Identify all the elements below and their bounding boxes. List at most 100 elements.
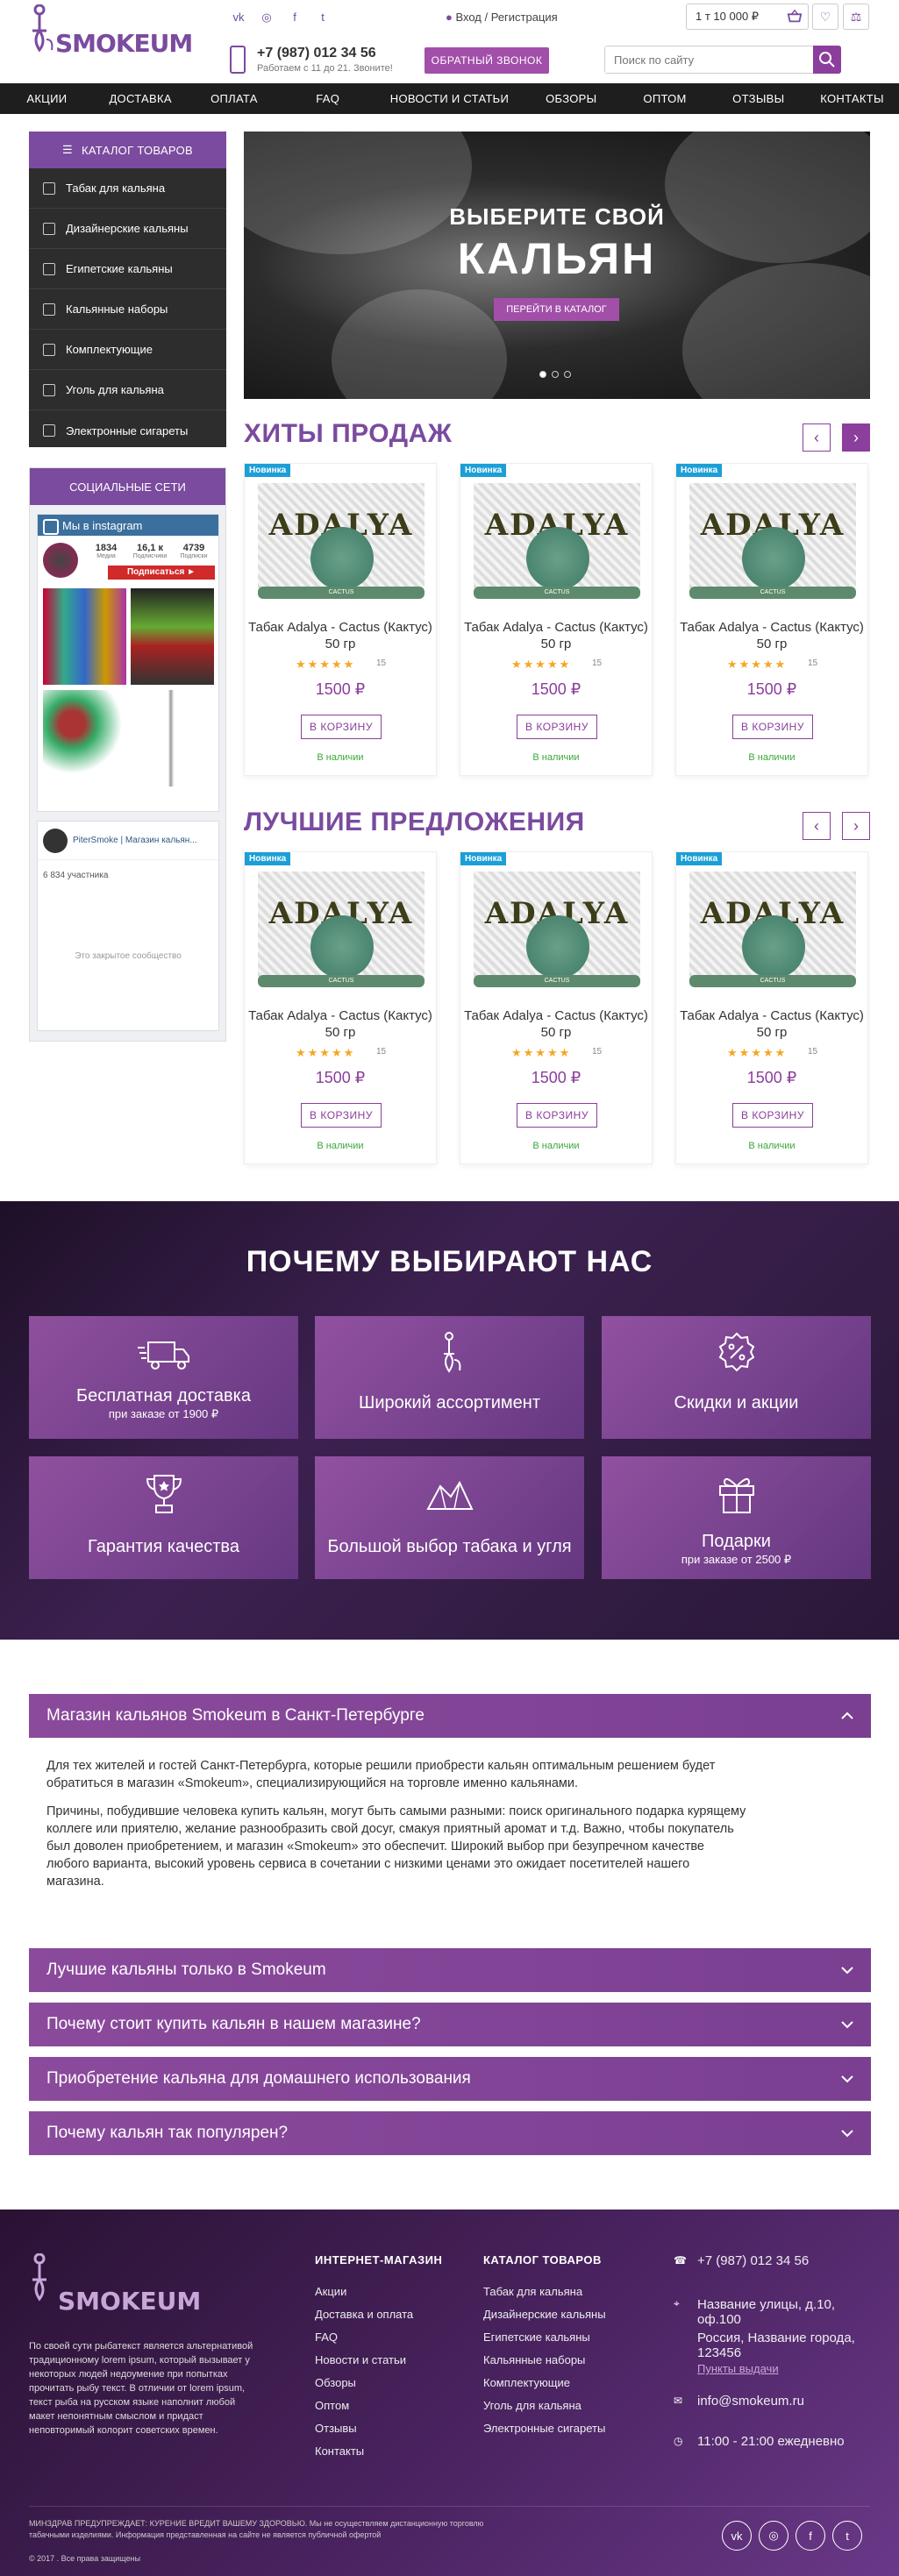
footer-link[interactable]: Отзывы xyxy=(315,2422,357,2435)
banner-catalog-button[interactable]: ПЕРЕЙТИ В КАТАЛОГ xyxy=(494,298,619,321)
instagram-photo[interactable] xyxy=(43,588,126,685)
add-to-cart-button[interactable]: В КОРЗИНУ xyxy=(517,715,597,739)
callback-button[interactable]: ОБРАТНЫЙ ЗВОНОК xyxy=(425,47,549,74)
product-image[interactable]: ADALYA CACTUS xyxy=(474,872,640,987)
logo[interactable]: SMOKEUM xyxy=(29,4,193,66)
vk-icon[interactable]: vk xyxy=(232,11,245,25)
hits-next-button[interactable]: › xyxy=(842,423,870,452)
accordion-header[interactable]: Почему стоит купить кальян в нашем магаз… xyxy=(29,2003,871,2046)
instagram-icon[interactable]: ◎ xyxy=(759,2521,788,2551)
product-name[interactable]: Табак Adalya - Cactus (Кактус) 50 гр xyxy=(245,619,436,652)
instagram-photo[interactable] xyxy=(131,588,214,685)
cart-button[interactable]: 1 т 10 000 ₽ xyxy=(686,4,809,30)
accordion-header-open[interactable]: Магазин кальянов Smokeum в Санкт-Петербу… xyxy=(29,1694,871,1738)
add-to-cart-button[interactable]: В КОРЗИНУ xyxy=(301,1103,382,1128)
product-card[interactable]: Новинка ADALYA CACTUS Табак Adalya - Cactus… xyxy=(460,463,653,776)
accordion-header[interactable]: Лучшие кальяны только в Smokeum xyxy=(29,1948,871,1992)
nav-item-payment[interactable]: ОПЛАТА xyxy=(188,83,282,114)
footer-link[interactable]: Электронные сигареты xyxy=(483,2422,605,2435)
vk-group[interactable]: PiterSmoke | Магазин кальян... xyxy=(38,822,218,860)
catalog-item[interactable]: Уголь для кальяна xyxy=(29,370,226,410)
footer-link[interactable]: Египетские кальяны xyxy=(483,2330,590,2344)
product-card[interactable]: Новинка ADALYA CACTUS Табак Adalya - Cactus… xyxy=(675,463,868,776)
login-link[interactable]: ● Вход / Регистрация xyxy=(446,11,558,24)
nav-item-news[interactable]: НОВОСТИ И СТАТЬИ xyxy=(375,83,524,114)
instagram-icon[interactable]: ◎ xyxy=(260,11,273,25)
product-name[interactable]: Табак Adalya - Cactus (Кактус) 50 гр xyxy=(460,1007,652,1041)
best-prev-button[interactable]: ‹ xyxy=(803,812,831,840)
footer-link[interactable]: Комплектующие xyxy=(483,2376,570,2389)
product-image[interactable]: ADALYA CACTUS xyxy=(474,483,640,599)
catalog-item[interactable]: Кальянные наборы xyxy=(29,289,226,330)
instagram-title[interactable]: Мы в instagram xyxy=(38,515,218,536)
pickup-link[interactable]: Пункты выдачи xyxy=(697,2362,779,2375)
twitter-icon[interactable]: t xyxy=(317,11,329,25)
product-image[interactable]: ADALYA CACTUS xyxy=(258,483,425,599)
footer-email[interactable]: info@smokeum.ru xyxy=(697,2394,804,2409)
footer-link[interactable]: Оптом xyxy=(315,2399,349,2412)
truck-icon xyxy=(138,1341,189,1370)
footer-link[interactable]: Доставка и оплата xyxy=(315,2308,413,2321)
instagram-photo[interactable] xyxy=(43,690,126,786)
footer-link[interactable]: Обзоры xyxy=(315,2376,356,2389)
rating-stars: ★★★★★ xyxy=(296,1046,356,1059)
product-card[interactable]: Новинка ADALYA CACTUS Табак Adalya - Cactus… xyxy=(675,851,868,1164)
product-name[interactable]: Табак Adalya - Cactus (Кактус) 50 гр xyxy=(676,1007,867,1041)
product-card[interactable]: Новинка ADALYA CACTUS Табак Adalya - Cactus… xyxy=(460,851,653,1164)
nav-item-feedback[interactable]: ОТЗЫВЫ xyxy=(711,83,805,114)
slider-dot[interactable] xyxy=(539,371,546,378)
product-card[interactable]: Новинка ADALYA CACTUS Табак Adalya - Cactus… xyxy=(244,851,437,1164)
facebook-icon[interactable]: f xyxy=(289,11,301,25)
add-to-cart-button[interactable]: В КОРЗИНУ xyxy=(732,715,813,739)
product-name[interactable]: Табак Adalya - Cactus (Кактус) 50 гр xyxy=(245,1007,436,1041)
product-image[interactable]: ADALYA CACTUS xyxy=(689,483,856,599)
follow-button[interactable]: Подписаться ► xyxy=(108,566,215,580)
catalog-header[interactable]: ☰ КАТАЛОГ ТОВАРОВ xyxy=(29,132,226,168)
add-to-cart-button[interactable]: В КОРЗИНУ xyxy=(517,1103,597,1128)
header-phone[interactable]: +7 (987) 012 34 56 xyxy=(257,46,376,61)
instagram-photo[interactable] xyxy=(131,690,214,786)
catalog-item[interactable]: Электронные сигареты xyxy=(29,410,226,451)
search-button[interactable] xyxy=(813,46,841,74)
nav-item-promo[interactable]: АКЦИИ xyxy=(0,83,94,114)
footer-link[interactable]: Кальянные наборы xyxy=(483,2353,585,2366)
footer-logo-text[interactable]: SMOKEUM xyxy=(58,2287,201,2316)
footer-link[interactable]: Контакты xyxy=(315,2444,364,2458)
accordion-header[interactable]: Почему кальян так популярен? xyxy=(29,2111,871,2155)
add-to-cart-button[interactable]: В КОРЗИНУ xyxy=(301,715,382,739)
facebook-icon[interactable]: f xyxy=(796,2521,825,2551)
best-next-button[interactable]: › xyxy=(842,812,870,840)
catalog-item[interactable]: Комплектующие xyxy=(29,330,226,370)
catalog-item[interactable]: Дизайнерские кальяны xyxy=(29,209,226,249)
slider-dot[interactable] xyxy=(552,371,559,378)
footer-link[interactable]: Новости и статьи xyxy=(315,2353,406,2366)
avatar[interactable] xyxy=(43,543,78,578)
product-name[interactable]: Табак Adalya - Cactus (Кактус) 50 гр xyxy=(460,619,652,652)
footer-link[interactable]: FAQ xyxy=(315,2330,338,2344)
catalog-item[interactable]: Табак для кальяна xyxy=(29,168,226,209)
compare-button[interactable]: ⚖ xyxy=(843,4,869,30)
footer-link[interactable]: Табак для кальяна xyxy=(483,2285,582,2298)
product-image[interactable]: ADALYA CACTUS xyxy=(689,872,856,987)
nav-item-wholesale[interactable]: ОПТОМ xyxy=(618,83,712,114)
accordion-header[interactable]: Приобретение кальяна для домашнего испол… xyxy=(29,2057,871,2101)
product-card[interactable]: Новинка ADALYA CACTUS Табак Adalya - Cactus… xyxy=(244,463,437,776)
footer-link[interactable]: Дизайнерские кальяны xyxy=(483,2308,606,2321)
catalog-item[interactable]: Египетские кальяны xyxy=(29,249,226,289)
product-name[interactable]: Табак Adalya - Cactus (Кактус) 50 гр xyxy=(676,619,867,652)
add-to-cart-button[interactable]: В КОРЗИНУ xyxy=(732,1103,813,1128)
product-image[interactable]: ADALYA CACTUS xyxy=(258,872,425,987)
nav-item-delivery[interactable]: ДОСТАВКА xyxy=(94,83,188,114)
nav-item-reviews[interactable]: ОБЗОРЫ xyxy=(524,83,618,114)
hits-prev-button[interactable]: ‹ xyxy=(803,423,831,452)
search-input[interactable] xyxy=(605,46,807,73)
footer-phone[interactable]: +7 (987) 012 34 56 xyxy=(697,2253,809,2268)
twitter-icon[interactable]: t xyxy=(832,2521,862,2551)
nav-item-contacts[interactable]: КОНТАКТЫ xyxy=(805,83,899,114)
footer-link[interactable]: Уголь для кальяна xyxy=(483,2399,581,2412)
vk-icon[interactable]: vk xyxy=(722,2521,752,2551)
wishlist-button[interactable]: ♡ xyxy=(812,4,838,30)
slider-dot[interactable] xyxy=(564,371,571,378)
nav-item-faq[interactable]: FAQ xyxy=(281,83,375,114)
footer-link[interactable]: Акции xyxy=(315,2285,346,2298)
